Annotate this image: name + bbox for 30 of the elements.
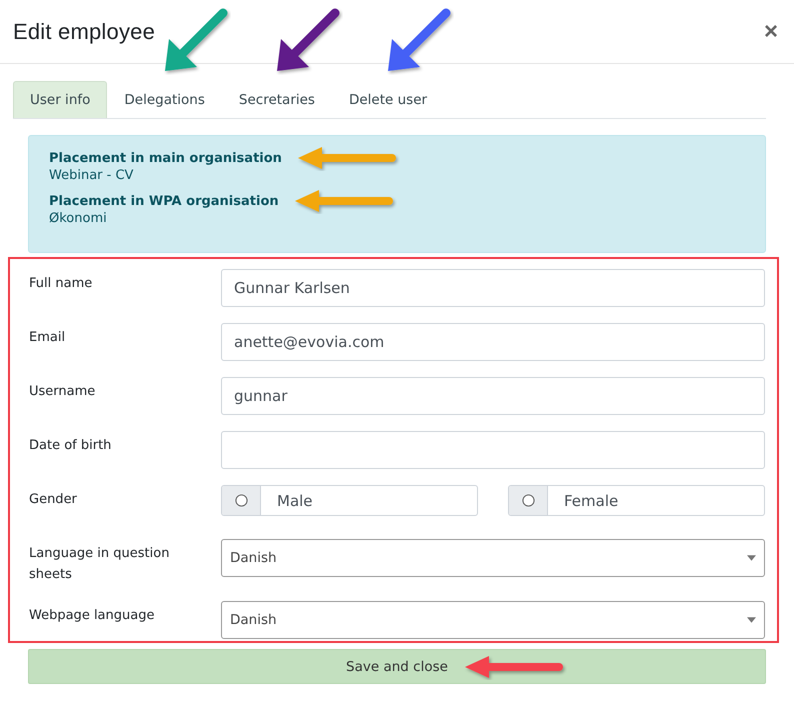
radio-button[interactable] [522,494,534,507]
info-value: Webinar - CV [49,168,134,183]
info-label: Placement in WPA organisation [49,194,279,208]
select-field[interactable]: Danish [221,539,765,577]
info-value: Økonomi [49,211,108,226]
radio-button[interactable] [234,494,248,507]
tab[interactable]: User info [13,81,108,118]
input-field[interactable]: Gunnar Karlsen [221,269,765,307]
input-field[interactable]: gunnar [221,377,765,415]
field-label: Full name [29,275,94,293]
field-label: Webpage language [29,607,156,625]
dialog-title: Edit employee [13,18,156,44]
select-field[interactable]: Danish [221,601,765,639]
caret-icon [747,617,756,623]
field-label: Email [29,329,66,347]
field-label: Date of birth [29,437,112,455]
input-field[interactable]: anette@evovia.com [221,323,765,361]
tab[interactable]: Delegations [107,81,222,118]
tab[interactable]: Delete user [332,81,444,118]
field-label: Username [29,383,96,401]
info-label: Placement in main organisation [49,150,282,166]
field-label: Gender [29,491,78,509]
close-button[interactable]: × [762,20,780,44]
radio-option[interactable]: Female [508,485,765,516]
caret-icon [747,555,756,561]
radio-option[interactable]: Male [221,485,478,516]
tab[interactable]: Secretaries [222,81,332,118]
save-button[interactable]: Save and close [28,649,766,684]
field-label: Language in question sheets [29,545,170,584]
input-field[interactable] [221,431,765,469]
